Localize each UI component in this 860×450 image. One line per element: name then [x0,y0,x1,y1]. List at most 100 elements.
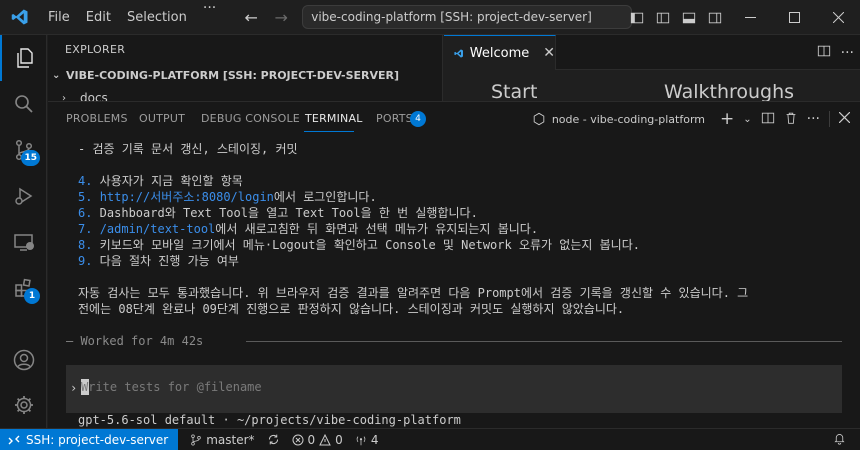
workspace-folder-label: VIBE-CODING-PLATFORM [SSH: PROJECT-DEV-S… [66,69,400,82]
warning-icon [319,433,331,445]
toggle-secondary-sidebar-icon[interactable] [702,0,728,35]
explorer-title: EXPLORER [65,43,126,56]
tab-label: Welcome [469,45,530,61]
ports-indicator[interactable]: 4 [355,433,378,447]
text-tool-link[interactable]: /admin/text-tool [100,222,216,236]
terminal-line: 9. 다음 절차 진행 가능 여부 [78,252,239,269]
status-bar-right [833,429,846,450]
tab-output[interactable]: OUTPUT [139,112,185,125]
terminal-selector[interactable]: node - vibe-coding-platform [532,112,705,126]
divider [246,341,842,342]
error-count: 0 [307,432,316,447]
kill-terminal-trash-icon[interactable] [784,111,798,128]
list-text: 다음 절차 진행 가능 여부 [92,254,239,268]
remote-indicator[interactable]: SSH: project-dev-server [0,428,179,450]
more-actions-icon[interactable]: ··· [841,45,854,61]
prompt-input[interactable]: › Write tests for @filename [66,365,842,413]
sync-icon [268,434,278,445]
command-center-search[interactable]: vibe-coding-platform [SSH: project-dev-s… [302,5,633,29]
status-bar: SSH: project-dev-server master* 0 0 4 [0,428,860,450]
close-icon[interactable] [816,0,860,35]
vscode-tab-icon [454,48,463,58]
editor-tab-bar: Welcome ✕ ··· [444,35,860,70]
tab-problems[interactable]: PROBLEMS [66,112,128,125]
back-arrow-icon[interactable]: ← [240,8,262,27]
menu-selection[interactable]: Selection [119,0,195,35]
notifications-bell-icon[interactable] [833,432,846,448]
split-terminal-icon[interactable] [761,111,775,128]
menu-file[interactable]: File [40,0,78,35]
navigation-arrows: ← → [240,8,292,27]
title-bar-controls [624,0,860,35]
chevron-down-icon[interactable]: ⌄ [743,114,751,125]
search-icon[interactable] [0,81,47,127]
activity-bar: 15 1 [0,35,47,428]
login-link[interactable]: http://서버주소:8080/login [100,190,274,204]
title-bar: File Edit Selection ··· ← → vibe-coding-… [0,0,860,35]
menu-more-icon[interactable]: ··· [195,0,224,35]
split-editor-icon[interactable] [817,44,831,62]
list-number: 6. [78,206,93,220]
menu-edit[interactable]: Edit [78,0,119,35]
minimize-icon[interactable] [728,0,772,35]
terminal-line: 전에는 08단계 완료나 09단계 진행으로 판정하지 않습니다. 스테이징과 … [78,302,625,316]
new-terminal-icon[interactable]: + [720,109,734,129]
git-branch-icon [191,434,201,445]
workspace-folder-header[interactable]: ⌄ VIBE-CODING-PLATFORM [SSH: PROJECT-DEV… [52,69,399,82]
terminal-name: node - vibe-coding-platform [551,112,705,126]
branch-indicator[interactable]: master* [190,432,255,447]
source-control-badge: 15 [21,150,40,166]
warning-count: 0 [335,432,343,447]
list-text: Dashboard와 Text Tool을 열고 Text Tool을 한 번 … [92,206,478,220]
sync-indicator[interactable] [267,433,280,446]
terminal-line: 4. 사용자가 지금 확인할 항목 [78,172,243,189]
terminal-output[interactable]: - 검증 기록 문서 갱신, 스테이징, 커밋 4. 사용자가 지금 확인할 항… [48,138,860,429]
list-text: 에서 로그인합니다. [273,190,377,204]
menu-bar: File Edit Selection ··· [40,0,224,35]
extensions-badge: 1 [24,288,40,304]
list-text: 사용자가 지금 확인할 항목 [92,174,243,188]
remote-explorer-icon[interactable] [0,219,47,265]
close-panel-icon[interactable] [838,111,851,126]
extensions-icon[interactable]: 1 [0,265,47,311]
list-number: 7. [78,222,93,236]
list-number: 5. [78,190,93,204]
settings-gear-icon[interactable] [0,382,47,428]
list-number: 9. [78,254,93,268]
toggle-primary-sidebar-icon[interactable] [650,0,676,35]
divider [829,111,830,127]
run-debug-icon[interactable] [0,173,47,219]
list-number: 4. [78,174,93,188]
tab-terminal[interactable]: TERMINAL [305,112,363,125]
editor-actions: ··· [817,35,854,70]
tab-ports[interactable]: PORTS [376,112,413,125]
more-actions-icon[interactable]: ··· [807,111,820,127]
terminal-line: 7. /admin/text-tool에서 새로고침한 뒤 화면과 선택 메뉴가… [78,220,538,237]
remote-label: SSH: project-dev-server [26,432,169,447]
terminal-line: 자동 검사는 모두 통과했습니다. 위 브라우저 검증 결과를 알려주면 다음 … [78,286,749,300]
error-icon [292,434,304,445]
toggle-panel-icon[interactable] [676,0,702,35]
terminal-line: - 검증 기록 문서 갱신, 스테이징, 커밋 [78,142,298,156]
account-icon[interactable] [0,337,47,383]
tab-welcome[interactable]: Welcome ✕ [444,35,556,70]
chevron-down-icon: ⌄ [52,70,61,81]
ports-badge: 4 [410,111,426,127]
list-text: 키보드와 모바일 크기에서 메뉴·Logout을 확인하고 Console 및 … [92,238,640,252]
worked-duration: — Worked for 4m 42s [66,334,204,348]
branch-name: master* [206,432,255,447]
terminal-actions: node - vibe-coding-platform + ⌄ ··· [532,102,851,136]
terminal-line: 5. http://서버주소:8080/login에서 로그인합니다. [78,188,377,205]
forward-arrow-icon[interactable]: → [270,8,292,27]
list-number: 8. [78,238,93,252]
ports-antenna-icon [356,435,366,445]
customize-layout-icon[interactable] [624,0,650,35]
explorer-icon[interactable] [0,35,47,81]
prompt-placeholder: Write tests for @filename [81,380,262,394]
tab-debug-console[interactable]: DEBUG CONSOLE [201,112,300,125]
terminal-line: 8. 키보드와 모바일 크기에서 메뉴·Logout을 확인하고 Console… [78,236,640,253]
problems-indicator[interactable]: 0 0 [292,433,343,447]
tab-close-icon[interactable]: ✕ [543,45,555,61]
maximize-icon[interactable] [772,0,816,35]
source-control-icon[interactable]: 15 [0,127,47,173]
